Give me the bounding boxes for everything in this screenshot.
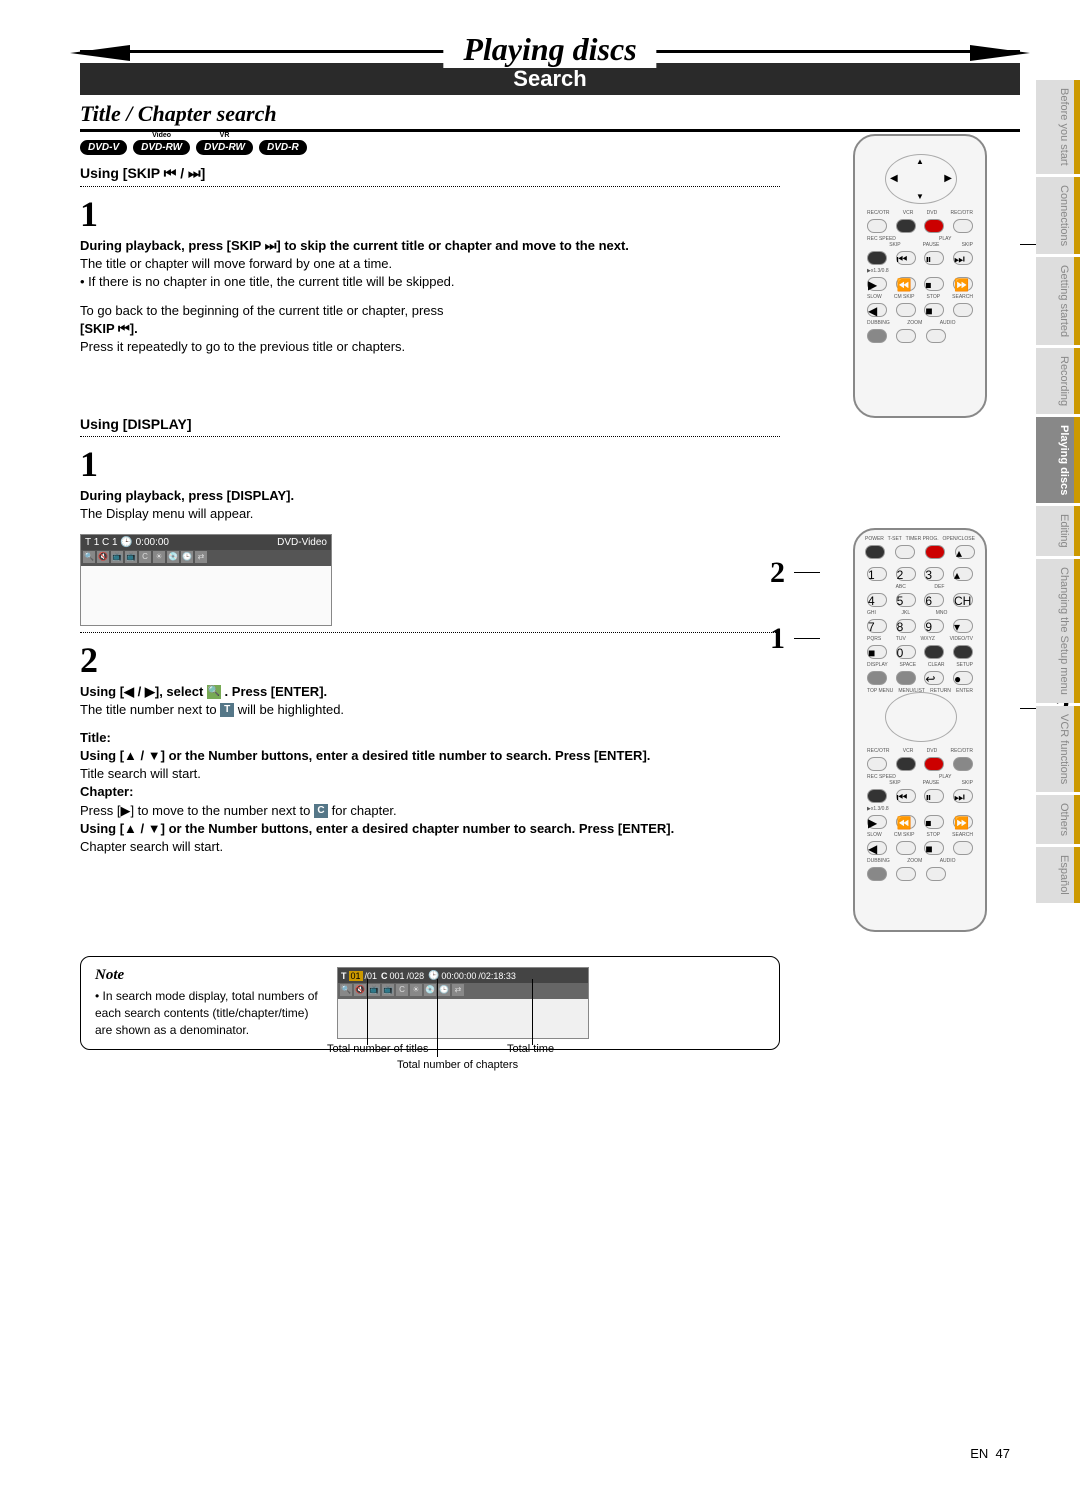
display-heading: Using [DISPLAY] [80,416,780,432]
tab-before-you-start[interactable]: Before you start [1036,80,1080,174]
section-tabs-sidebar: Before you start Connections Getting sta… [1036,80,1080,1491]
note-display-panel: T 01/01 C 001/028 🕒 00:00:00/02:18:33 🔍🔇… [337,967,589,1039]
chapter-icon: C [314,804,328,818]
remote2-callout-1: 1 [770,622,785,656]
display-step2-number: 2 [80,639,780,681]
display-step1-text: During playback, press [DISPLAY]. The Di… [80,487,780,523]
badge-dvd-r: DVD-R [259,140,307,155]
page-title: Playing discs [443,31,656,68]
display-step2-text: Using [◀ / ▶], select 🔍 . Press [ENTER].… [80,683,780,719]
callout-total-time: Total time [507,1043,554,1055]
header-decor-right [970,45,1030,61]
dotted-rule-3 [80,632,780,633]
display-step1-number: 1 [80,443,780,485]
tab-vcr-functions[interactable]: VCR functions [1036,706,1080,792]
title-icon: T [220,703,234,717]
remote-diagram-2: POWERT-SETTIMER PROG.OPEN/CLOSE ▴ 123▴ A… [820,528,1020,932]
header-decor-left [70,45,130,61]
callout-total-chapters: Total number of chapters [397,1059,518,1071]
tab-espanol[interactable]: Español [1036,847,1080,903]
tab-others[interactable]: Others [1036,795,1080,844]
display-menu-panel: T 1 C 1 🕒 0:00:00DVD-Video 🔍🔇📺📺C☀💿🕒⇄ [80,534,332,626]
tab-recording[interactable]: Recording [1036,348,1080,414]
remote-diagram-1: ◀▶▲▼ REC/OTRVCRDVDREC/OTR REC SPEEDPLAY … [820,134,1020,418]
remote2-callout-2-left: 2 [770,556,785,590]
badge-dvd-rw-vr: VRDVD-RW [196,140,253,155]
tab-getting-started[interactable]: Getting started [1036,257,1080,345]
tab-connections[interactable]: Connections [1036,177,1080,254]
callout-total-titles: Total number of titles [327,1043,429,1055]
badge-dvd-v: DVD-V [80,140,127,155]
disc-badges: DVD-V VideoDVD-RW VRDVD-RW DVD-R [80,140,780,155]
search-icon: 🔍 [207,685,221,699]
section-title: Title / Chapter search [80,101,1020,127]
tab-editing[interactable]: Editing [1036,506,1080,556]
dotted-rule-2 [80,436,780,437]
header-rule: Playing discs [80,50,1020,53]
note-box: Note • In search mode display, total num… [80,956,780,1050]
note-title: Note [95,967,325,984]
page-number: EN 47 [970,1446,1010,1461]
tab-playing-discs[interactable]: Playing discs [1036,417,1080,503]
tab-changing-setup[interactable]: Changing the Setup menu [1036,559,1080,703]
skip-step-number: 1 [80,193,780,235]
skip-step-text: During playback, press [SKIP ⏭] to skip … [80,237,780,292]
remote-btn-1: 1 [867,567,887,581]
badge-dvd-rw-video: VideoDVD-RW [133,140,190,155]
dotted-rule [80,186,780,187]
title-search-text: Title: Using [▲ / ▼] or the Number butto… [80,729,780,856]
skip-heading: Using [SKIP ⏮ / ⏭] [80,165,780,182]
note-bullet: • In search mode display, total numbers … [95,988,325,1038]
skip-goback-text: To go back to the beginning of the curre… [80,302,780,357]
